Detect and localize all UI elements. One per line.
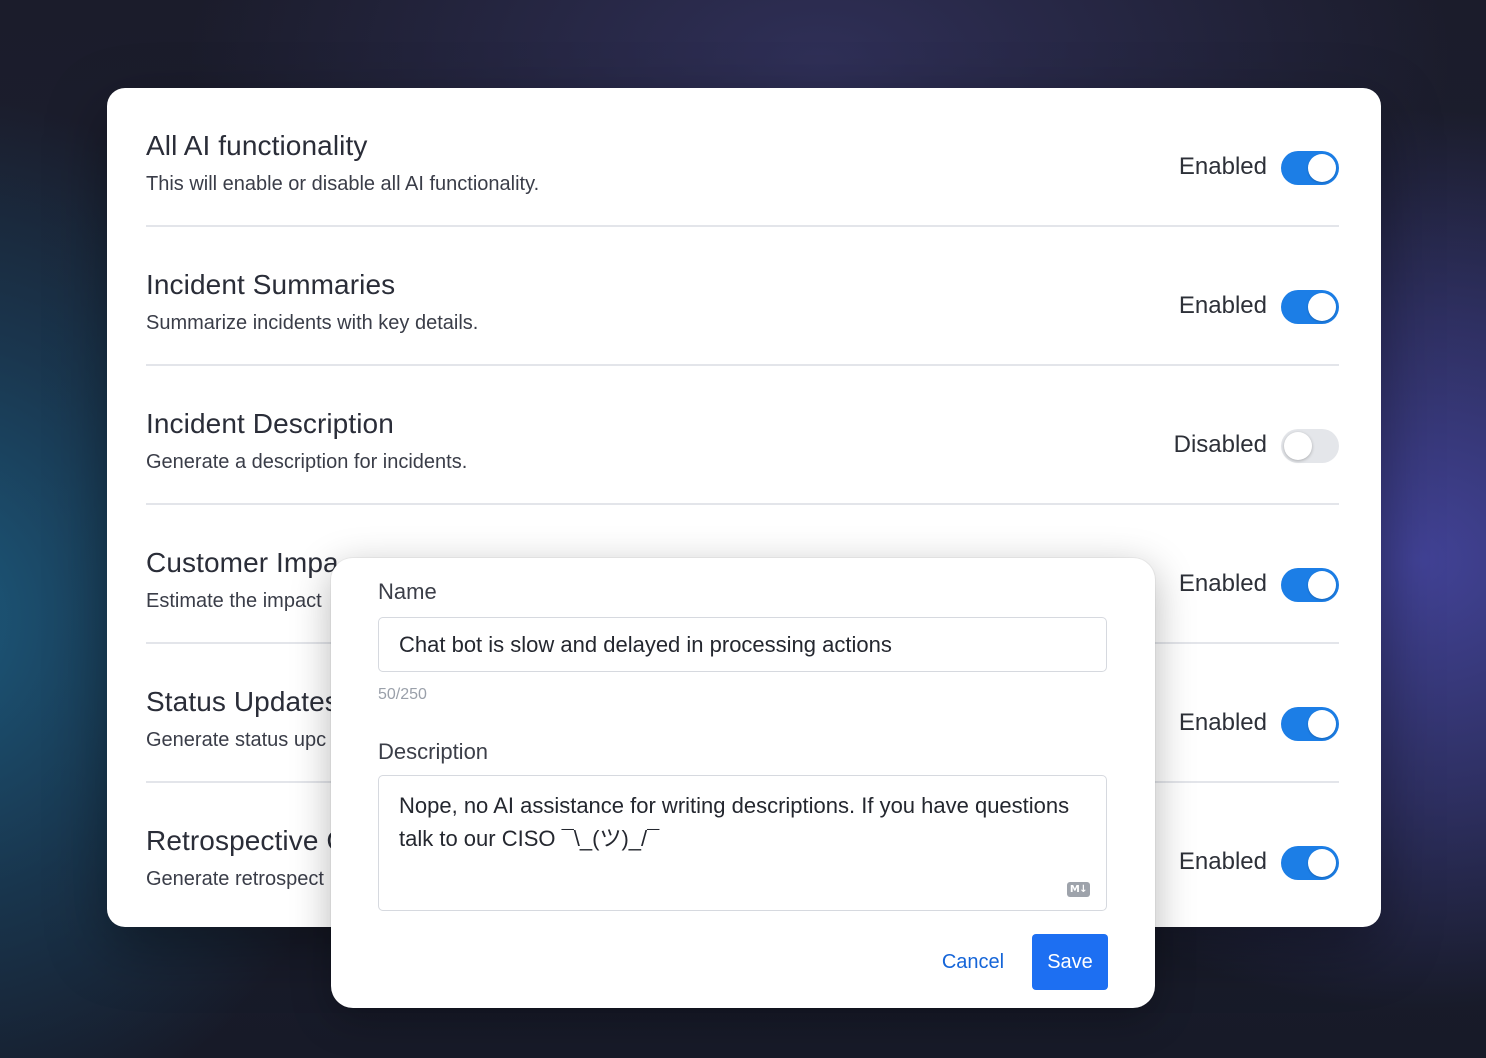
- all-ai-toggle[interactable]: [1281, 151, 1339, 185]
- customer-impact-toggle[interactable]: [1281, 568, 1339, 602]
- status-updates-toggle[interactable]: [1281, 707, 1339, 741]
- incident-summaries-toggle[interactable]: [1281, 290, 1339, 324]
- description-field-label: Description: [378, 739, 489, 764]
- setting-status-label: Disabled: [1173, 431, 1267, 458]
- setting-description: Generate status upc: [146, 729, 327, 751]
- setting-title: Customer Impa: [146, 547, 339, 578]
- incident-description-toggle[interactable]: [1281, 429, 1339, 463]
- description-textarea[interactable]: Nope, no AI assistance for writing descr…: [378, 775, 1107, 911]
- edit-incident-dialog: Name 50/250 Description Nope, no AI assi…: [331, 558, 1155, 1008]
- toggle-knob: [1308, 710, 1336, 738]
- toggle-knob: [1284, 432, 1312, 460]
- setting-description: Estimate the impact: [146, 590, 322, 612]
- setting-status-label: Enabled: [1178, 848, 1267, 875]
- setting-row-all-ai: All AI functionality This will enable or…: [146, 88, 1339, 227]
- setting-description: Summarize incidents with key details.: [146, 312, 479, 334]
- setting-title: All AI functionality: [146, 130, 368, 161]
- toggle-knob: [1308, 571, 1336, 599]
- markdown-icon: M↓: [1067, 882, 1090, 897]
- setting-status-label: Enabled: [1178, 292, 1267, 319]
- setting-row-incident-summaries: Incident Summaries Summarize incidents w…: [146, 227, 1339, 366]
- setting-status-label: Enabled: [1178, 709, 1267, 736]
- setting-title: Status Updates: [146, 686, 339, 717]
- setting-description: Generate a description for incidents.: [146, 451, 468, 473]
- setting-status-label: Enabled: [1178, 153, 1267, 180]
- save-button[interactable]: Save: [1032, 934, 1108, 990]
- setting-description: Generate retrospect: [146, 868, 324, 890]
- name-field-label: Name: [378, 579, 437, 604]
- name-input[interactable]: [378, 617, 1107, 672]
- setting-row-incident-description: Incident Description Generate a descript…: [146, 366, 1339, 505]
- toggle-knob: [1308, 154, 1336, 182]
- toggle-knob: [1308, 293, 1336, 321]
- toggle-knob: [1308, 849, 1336, 877]
- setting-description: This will enable or disable all AI funct…: [146, 173, 540, 195]
- setting-title: Incident Description: [146, 408, 394, 439]
- retrospective-toggle[interactable]: [1281, 846, 1339, 880]
- setting-status-label: Enabled: [1178, 570, 1267, 597]
- setting-title: Incident Summaries: [146, 269, 396, 300]
- setting-title: Retrospective C: [146, 825, 347, 856]
- character-count: 50/250: [378, 686, 427, 703]
- cancel-button[interactable]: Cancel: [925, 935, 1021, 990]
